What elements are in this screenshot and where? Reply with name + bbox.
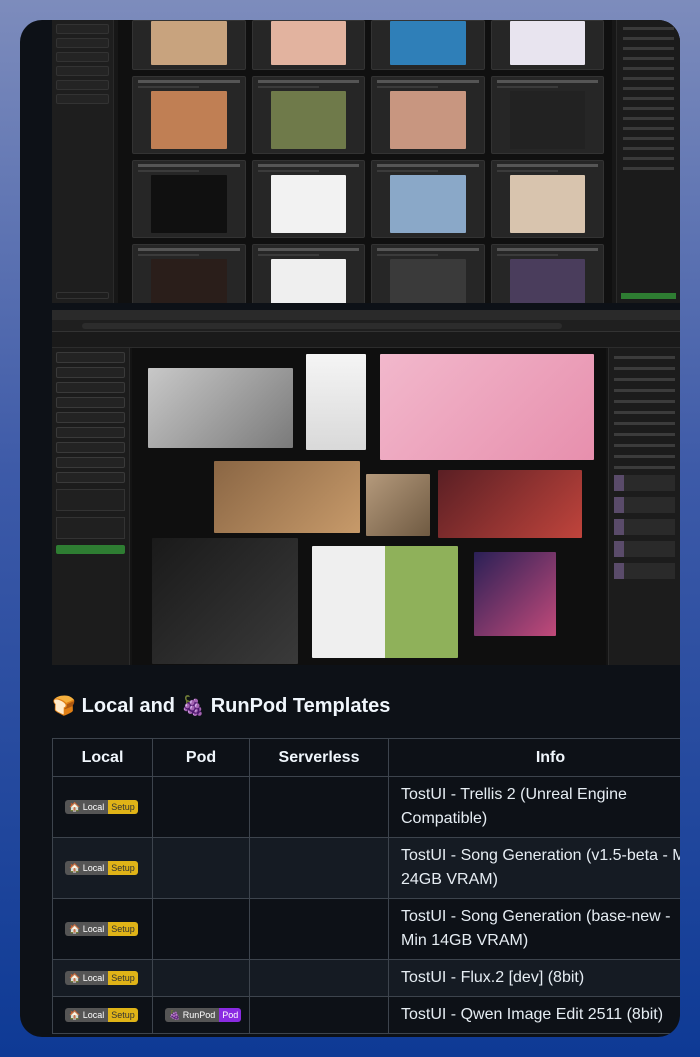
canvas-image <box>306 354 366 450</box>
pod-cell <box>152 837 250 899</box>
column-header-serverless: Serverless <box>249 738 389 777</box>
badge-label: 🏠 Local <box>65 921 109 936</box>
table-row: 🏠 Local Setup TostUI - Song Generation (v… <box>52 837 680 899</box>
workflow-thumbnail <box>371 76 485 154</box>
workflow-thumbnail <box>132 20 246 70</box>
canvas-image <box>474 552 556 636</box>
local-cell: 🏠 Local Setup <box>52 837 153 899</box>
workflow-thumbnail <box>490 244 604 303</box>
workflow-gallery-screenshot <box>52 20 680 303</box>
info-cell: TostUI - Flux.2 [dev] (8bit) <box>388 959 680 997</box>
local-cell: 🏠 Local Setup <box>52 776 153 838</box>
badge-status: Pod <box>219 1007 242 1022</box>
canvas-image <box>438 470 582 538</box>
badge-status: Setup <box>108 860 138 875</box>
serverless-cell <box>249 996 389 1034</box>
table-row: 🏠 Local Setup 🍇 RunPod Pod TostUI - Qwen I… <box>52 996 680 1034</box>
badge-status: Setup <box>108 970 138 985</box>
runpod-pod-badge[interactable]: 🍇 RunPod Pod <box>165 1007 242 1022</box>
workflow-thumbnail <box>490 160 604 238</box>
workflow-thumbnail <box>371 20 485 70</box>
serverless-cell <box>249 837 389 899</box>
badge-label: 🏠 Local <box>65 1007 109 1022</box>
badge-label: 🏠 Local <box>65 799 109 814</box>
info-cell: TostUI - Song Generation (base-new - Min… <box>388 898 680 960</box>
badge-status: Setup <box>108 799 138 814</box>
workflow-thumbnail <box>371 160 485 238</box>
table-row: 🏠 Local Setup TostUI - Flux.2 [dev] (8bit… <box>52 959 680 997</box>
workflow-thumbnail <box>251 160 365 238</box>
templates-table: Local Pod Serverless Info 🏠 Local Setup T… <box>52 738 680 1034</box>
workflow-thumbnail <box>371 244 485 303</box>
local-setup-badge[interactable]: 🏠 Local Setup <box>65 921 138 936</box>
screenshot-settings-panel <box>616 20 680 303</box>
workflow-thumbnail <box>132 244 246 303</box>
pod-cell <box>152 776 250 838</box>
table-row: 🏠 Local Setup TostUI - Song Generation (b… <box>52 898 680 960</box>
serverless-cell <box>249 776 389 838</box>
workflow-thumbnail <box>132 160 246 238</box>
screenshot-gallery <box>118 20 612 303</box>
badge-status: Setup <box>108 1007 138 1022</box>
canvas-image <box>312 546 458 658</box>
serverless-cell <box>249 959 389 997</box>
pod-cell: 🍇 RunPod Pod <box>152 996 250 1034</box>
table-header-row: Local Pod Serverless Info <box>52 738 680 777</box>
heading-text-part1: Local and <box>81 695 176 717</box>
column-header-info: Info <box>388 738 680 777</box>
local-setup-badge[interactable]: 🏠 Local Setup <box>65 1007 138 1022</box>
pod-cell <box>152 898 250 960</box>
badge-label: 🍇 RunPod <box>165 1007 220 1022</box>
tost-ui-canvas-screenshot <box>52 310 680 665</box>
column-header-pod: Pod <box>152 738 250 777</box>
heading-text-part2: RunPod Templates <box>210 695 391 717</box>
screenshot-toolbar <box>52 332 680 348</box>
screenshot-node-list <box>52 348 130 665</box>
screenshot-image-canvas <box>132 348 606 665</box>
workflow-thumbnail <box>490 20 604 70</box>
local-setup-badge[interactable]: 🏠 Local Setup <box>65 970 138 985</box>
screenshot-layer-panel <box>608 348 680 665</box>
local-cell: 🏠 Local Setup <box>52 959 153 997</box>
local-setup-badge[interactable]: 🏠 Local Setup <box>65 860 138 875</box>
bread-icon: 🍞 <box>52 696 76 717</box>
canvas-image <box>380 354 594 460</box>
workflow-thumbnail <box>251 244 365 303</box>
grape-icon: 🍇 <box>181 696 205 717</box>
readme-card: 🍞 Local and 🍇 RunPod Templates Local Pod… <box>20 20 680 1037</box>
serverless-cell <box>249 898 389 960</box>
table-row: 🏠 Local Setup TostUI - Trellis 2 (Unreal … <box>52 776 680 838</box>
canvas-image <box>214 461 360 533</box>
canvas-image <box>148 368 293 448</box>
workflow-thumbnail <box>251 76 365 154</box>
screenshot-sidebar <box>52 20 114 303</box>
workflow-thumbnail <box>490 76 604 154</box>
info-cell: TostUI - Trellis 2 (Unreal Engine Compat… <box>388 776 680 838</box>
local-cell: 🏠 Local Setup <box>52 996 153 1034</box>
badge-label: 🏠 Local <box>65 970 109 985</box>
local-cell: 🏠 Local Setup <box>52 898 153 960</box>
local-setup-badge[interactable]: 🏠 Local Setup <box>65 799 138 814</box>
canvas-image <box>366 474 430 536</box>
info-cell: TostUI - Qwen Image Edit 2511 (8bit) <box>388 996 680 1034</box>
badge-label: 🏠 Local <box>65 860 109 875</box>
column-header-local: Local <box>52 738 153 777</box>
section-heading: 🍞 Local and 🍇 RunPod Templates <box>52 695 390 718</box>
info-cell: TostUI - Song Generation (v1.5-beta - Mi… <box>388 837 680 899</box>
workflow-thumbnail <box>132 76 246 154</box>
pod-cell <box>152 959 250 997</box>
canvas-image <box>152 538 298 664</box>
workflow-thumbnail <box>251 20 365 70</box>
badge-status: Setup <box>108 921 138 936</box>
